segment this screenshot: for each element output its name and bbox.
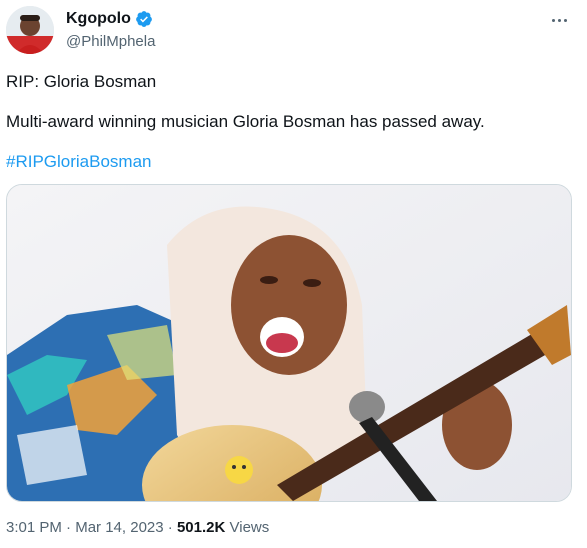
tweet-meta: 3:01 PM · Mar 14, 2023 · 501.2K Views <box>6 519 269 536</box>
guitar-singer-photo-icon <box>7 185 571 501</box>
tweet-time[interactable]: 3:01 PM <box>6 519 62 536</box>
views-label: Views <box>229 519 270 536</box>
tweet-date[interactable]: Mar 14, 2023 <box>75 519 163 536</box>
meta-separator-2: · <box>163 519 177 536</box>
views-count: 501.2K <box>176 519 226 536</box>
more-horizontal-icon[interactable] <box>547 8 571 32</box>
verified-badge-icon <box>135 10 153 28</box>
avatar[interactable] <box>6 6 54 54</box>
display-name[interactable]: Kgopolo <box>66 10 131 28</box>
tweet-text-line-1: RIP: Gloria Bosman <box>6 72 157 91</box>
tweet-photo[interactable] <box>6 184 572 502</box>
user-handle[interactable]: @PhilMphela <box>66 33 155 50</box>
tweet-header: Kgopolo @PhilMphela <box>0 0 587 64</box>
meta-separator: · <box>61 519 76 536</box>
profile-avatar-icon <box>6 6 54 54</box>
hashtag-link[interactable]: #RIPGloriaBosman <box>6 151 152 173</box>
tweet-text-line-2: Multi-award winning musician Gloria Bosm… <box>6 112 485 131</box>
